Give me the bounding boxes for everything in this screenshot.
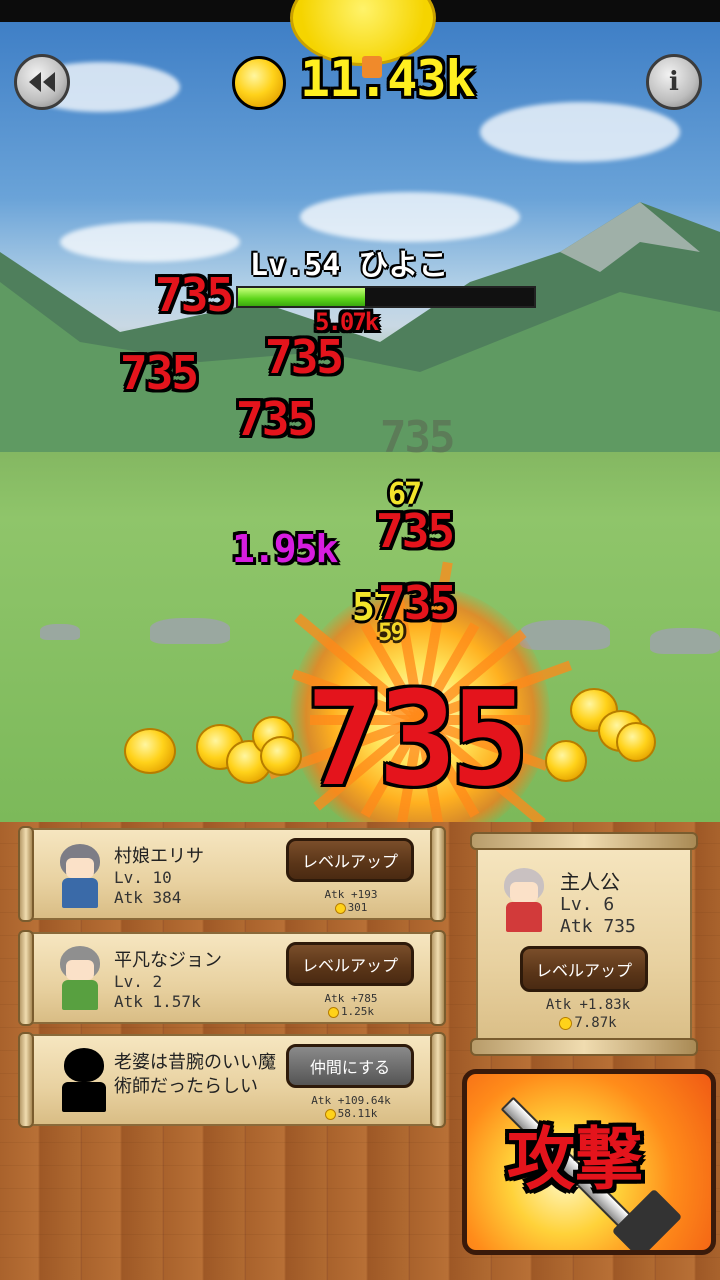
hero-attack: Atk 735 (560, 916, 636, 937)
upgrade-gain: Atk +785 (324, 992, 378, 1005)
hero-card: 主人公 Lv. 6 Atk 735 レベルアップ Atk +1.83k 7.87… (470, 832, 698, 1056)
gold-coin-icon (124, 728, 176, 774)
gold-coin-icon (232, 56, 286, 110)
damage-popup: 735 (120, 346, 199, 400)
damage-popup: 1.95k (232, 527, 338, 571)
upgrade-cost: Atk +193 301 (296, 888, 406, 914)
coin-icon (324, 1108, 336, 1120)
upgrade-price: 1.25k (340, 1005, 375, 1018)
hero-upgrade-gain: Atk +1.83k (545, 997, 631, 1013)
ally-name-line2: 術師だったらしい (114, 1076, 258, 1097)
rewind-icon (29, 72, 55, 92)
info-button[interactable]: i (646, 54, 702, 110)
ally-name: 平凡なジョン (114, 950, 222, 971)
damage-popup: 735 (155, 268, 234, 322)
damage-popup: 735 (380, 412, 455, 463)
gold-coin-icon (545, 740, 587, 782)
ally-portrait (50, 844, 108, 908)
enemy-hp-fill (238, 288, 366, 306)
ally-attack: Atk 384 (114, 888, 182, 907)
upgrade-gain: Atk +109.64k (311, 1094, 391, 1107)
ally-attack: Atk 1.57k (114, 992, 201, 1011)
damage-popup: 735 (376, 504, 455, 558)
ally-portrait (50, 946, 108, 1010)
recruit-cost: Atk +109.64k 58.11k (290, 1094, 412, 1120)
level-up-button[interactable]: レベルアップ (286, 838, 414, 882)
attack-button[interactable]: 攻撃 (462, 1069, 716, 1255)
upgrade-price: 58.11k (337, 1107, 378, 1120)
damage-popup: 735 (265, 330, 344, 384)
enemy-label: Lv.54 ひよこ (250, 248, 449, 283)
hero-level: Lv. 6 (560, 894, 615, 915)
hero-upgrade-cost: Atk +1.83k 7.87k (518, 996, 658, 1032)
gold-coin-icon (616, 722, 656, 762)
ally-level: Lv. 10 (114, 868, 172, 887)
level-up-button[interactable]: レベルアップ (286, 942, 414, 986)
ally-card: 村娘エリサ Lv. 10 Atk 384 レベルアップ Atk +193 301 (18, 826, 446, 922)
silhouette-portrait (54, 1048, 112, 1112)
coin-icon (559, 1016, 573, 1030)
hero-upgrade-price: 7.87k (574, 1015, 617, 1031)
coin-icon (327, 1006, 339, 1018)
ally-card-locked: 老婆は昔腕のいい魔 術師だったらしい 仲間にする Atk +109.64k 58… (18, 1032, 446, 1128)
ally-name-line1: 老婆は昔腕のいい魔 (114, 1052, 276, 1073)
coin-icon (334, 902, 346, 914)
gold-coin-icon (260, 736, 302, 776)
hero-name: 主人公 (560, 870, 620, 894)
ally-name: 村娘エリサ (114, 846, 204, 867)
big-damage-popup: 735 (306, 663, 529, 815)
hero-level-up-button[interactable]: レベルアップ (520, 946, 648, 992)
ally-card: 平凡なジョン Lv. 2 Atk 1.57k レベルアップ Atk +785 1… (18, 930, 446, 1026)
upgrade-cost: Atk +785 1.25k (296, 992, 406, 1018)
damage-popup: 735 (236, 392, 315, 446)
upgrade-gain: Atk +193 (324, 888, 378, 901)
info-icon: i (669, 67, 679, 97)
rewind-button[interactable] (14, 54, 70, 110)
ally-level: Lv. 2 (114, 972, 163, 991)
enemy-hp-bar (236, 286, 536, 308)
gold-amount: 11.43k (300, 50, 476, 108)
upgrade-price: 301 (347, 901, 368, 914)
attack-label: 攻撃 (507, 1121, 644, 1200)
damage-popup: 59 (378, 618, 405, 646)
recruit-button[interactable]: 仲間にする (286, 1044, 414, 1088)
hero-portrait (494, 868, 552, 932)
